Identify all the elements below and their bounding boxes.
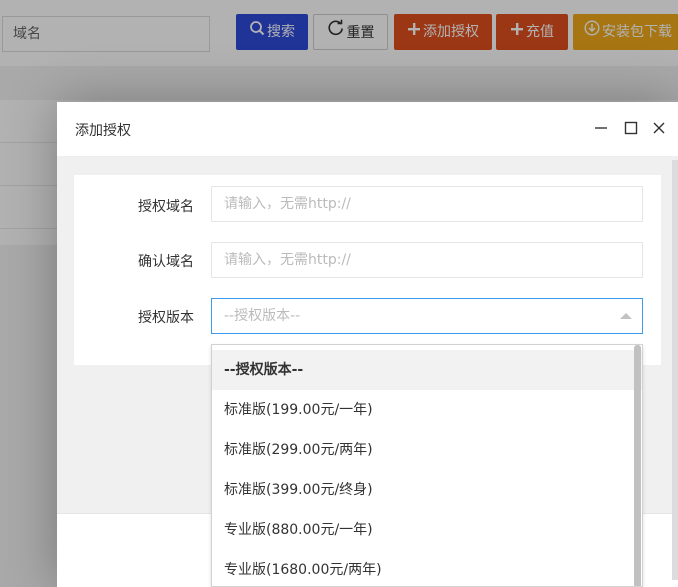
minimize-icon[interactable]: [593, 120, 609, 136]
dialog-title: 添加授权: [75, 123, 131, 139]
dialog-scrollbar[interactable]: [672, 160, 678, 580]
confirm-domain-label: 确认域名: [138, 254, 194, 270]
dropdown-option[interactable]: 专业版(880.00元/一年): [212, 510, 642, 550]
version-select-value: --授权版本--: [224, 308, 301, 324]
dropdown-option[interactable]: 标准版(299.00元/两年): [212, 430, 642, 470]
version-dropdown: --授权版本-- 标准版(199.00元/一年) 标准版(299.00元/两年)…: [211, 344, 643, 587]
version-select[interactable]: --授权版本--: [211, 298, 643, 334]
domain-label: 授权域名: [138, 199, 194, 215]
dropdown-option[interactable]: 标准版(199.00元/一年): [212, 390, 642, 430]
dropdown-option[interactable]: --授权版本--: [212, 350, 642, 390]
form-card: 授权域名 请输入，无需http:// 确认域名 请输入，无需http:// 授权…: [74, 175, 661, 365]
version-label: 授权版本: [138, 310, 194, 326]
maximize-icon[interactable]: [623, 120, 639, 136]
confirm-domain-input[interactable]: 请输入，无需http://: [211, 242, 643, 278]
dropdown-option[interactable]: 标准版(399.00元/终身): [212, 470, 642, 510]
caret-up-icon: [620, 313, 632, 319]
dialog-header: 添加授权: [57, 102, 678, 157]
domain-input[interactable]: 请输入，无需http://: [211, 186, 643, 222]
dropdown-option[interactable]: 专业版(1680.00元/两年): [212, 550, 642, 586]
close-icon[interactable]: [651, 120, 667, 136]
dropdown-scrollbar[interactable]: [634, 345, 641, 586]
